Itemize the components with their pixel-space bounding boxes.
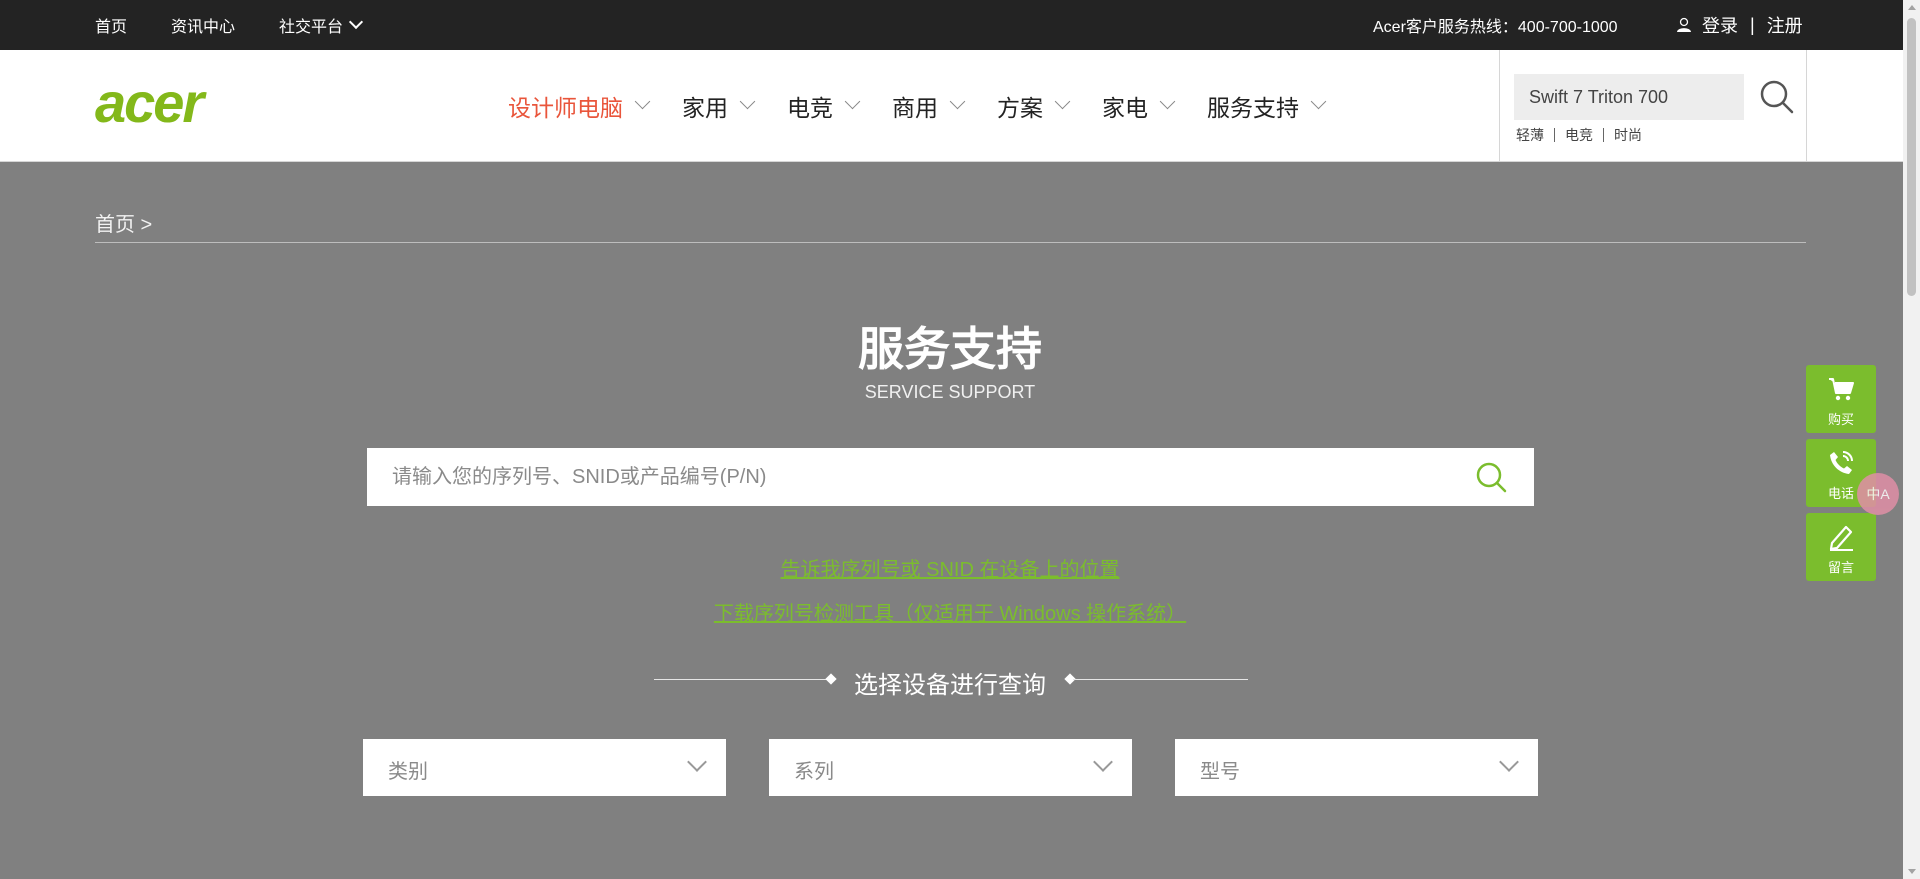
chevron-down-icon [949, 93, 966, 110]
breadcrumb-divider [95, 242, 1806, 243]
nav-gaming-label: 电竞 [787, 94, 833, 121]
nav-gaming[interactable]: 电竞 [787, 89, 861, 123]
hot-keywords: 轻薄 电竞 时尚 [1516, 128, 1652, 142]
chevron-down-icon [634, 93, 651, 110]
model-select[interactable]: 型号 [1175, 739, 1538, 796]
message-button[interactable]: 留言 [1806, 513, 1876, 581]
acer-logo[interactable]: acer [95, 71, 255, 134]
hot-keyword-light[interactable]: 轻薄 [1516, 128, 1554, 142]
category-select-label: 类别 [388, 761, 428, 783]
nav-business-label: 商用 [892, 94, 938, 121]
chevron-down-icon [739, 93, 756, 110]
top-nav-social[interactable]: 社交平台 [279, 13, 364, 37]
page-title: 服务支持 [858, 323, 1042, 375]
chevron-down-icon [348, 14, 364, 30]
chevron-down-icon [1093, 752, 1113, 772]
scroll-up-arrow-icon[interactable] [1908, 5, 1916, 10]
nav-home-label: 家用 [682, 94, 728, 121]
register-link[interactable]: 注册 [1767, 12, 1803, 38]
buy-label: 购买 [1827, 412, 1854, 427]
header-search: 轻薄 电竞 时尚 [1499, 50, 1807, 161]
serial-search-box [367, 448, 1534, 506]
breadcrumb[interactable]: 首页 > [95, 208, 152, 237]
series-select[interactable]: 系列 [769, 739, 1132, 796]
nav-business[interactable]: 商用 [892, 89, 966, 123]
category-select[interactable]: 类别 [363, 739, 726, 796]
translate-widget[interactable]: 中A [1857, 473, 1899, 515]
top-bar: 首页 资讯中心 社交平台 Acer客户服务热线：400-700-1000 登录 … [0, 0, 1903, 50]
account-separator: | [1750, 14, 1755, 35]
nav-support-label: 服务支持 [1207, 94, 1299, 121]
nav-support[interactable]: 服务支持 [1207, 89, 1327, 123]
buy-button[interactable]: 购买 [1806, 365, 1876, 433]
nav-designer-pc-label: 设计师电脑 [508, 94, 623, 121]
search-icon[interactable] [1758, 78, 1796, 116]
chevron-down-icon [687, 752, 707, 772]
page-subtitle: SERVICE SUPPORT [864, 382, 1036, 402]
account-links: 登录 | 注册 [1676, 0, 1803, 50]
top-nav: 首页 资讯中心 社交平台 [95, 0, 405, 50]
model-select-label: 型号 [1200, 761, 1240, 783]
phone-icon [1830, 451, 1853, 474]
header-search-input[interactable] [1514, 74, 1744, 120]
scroll-down-arrow-icon[interactable] [1908, 869, 1916, 874]
logo-text: acer [95, 80, 207, 128]
chevron-down-icon [1310, 93, 1327, 110]
serial-location-link[interactable]: 告诉我序列号或 SNID 在设备上的位置 [0, 553, 1900, 582]
serial-search-input[interactable] [367, 448, 1447, 506]
nav-solutions[interactable]: 方案 [997, 89, 1071, 123]
nav-appliances-label: 家电 [1102, 94, 1148, 121]
pen-icon [1829, 525, 1853, 551]
chevron-down-icon [1054, 93, 1071, 110]
chevron-down-icon [844, 93, 861, 110]
cart-icon [1829, 378, 1854, 401]
top-nav-news[interactable]: 资讯中心 [171, 13, 235, 37]
serial-tool-download-link[interactable]: 下载序列号检测工具（仅适用于 Windows 操作系统） [0, 597, 1900, 626]
login-link[interactable]: 登录 [1702, 12, 1738, 38]
nav-designer-pc[interactable]: 设计师电脑 [508, 89, 651, 123]
main-header: acer 设计师电脑 家用 电竞 商用 方案 家电 服务支持 轻薄 电竞 时尚 [0, 50, 1903, 162]
nav-solutions-label: 方案 [997, 94, 1043, 121]
nav-appliances[interactable]: 家电 [1102, 89, 1176, 123]
service-hotline: Acer客户服务热线：400-700-1000 [1373, 19, 1618, 36]
message-label: 留言 [1827, 560, 1854, 575]
device-query-heading: 选择设备进行查询 [854, 672, 1046, 699]
acer-logo-icon: acer [95, 71, 209, 134]
heading-line-right [1073, 679, 1248, 680]
user-icon [1677, 17, 1691, 33]
nav-home[interactable]: 家用 [682, 89, 756, 123]
main-nav: 设计师电脑 家用 电竞 商用 方案 家电 服务支持 [508, 50, 1358, 161]
top-nav-social-label: 社交平台 [279, 19, 344, 36]
chevron-down-icon [1499, 752, 1519, 772]
hot-keyword-gaming[interactable]: 电竞 [1554, 128, 1603, 142]
scrollbar-thumb[interactable] [1907, 18, 1916, 296]
hot-keyword-fashion[interactable]: 时尚 [1603, 128, 1652, 142]
series-select-label: 系列 [794, 761, 834, 783]
top-nav-home[interactable]: 首页 [95, 13, 127, 37]
page-scrollbar[interactable] [1903, 0, 1920, 879]
search-icon[interactable] [1474, 460, 1508, 494]
chevron-down-icon [1159, 93, 1176, 110]
